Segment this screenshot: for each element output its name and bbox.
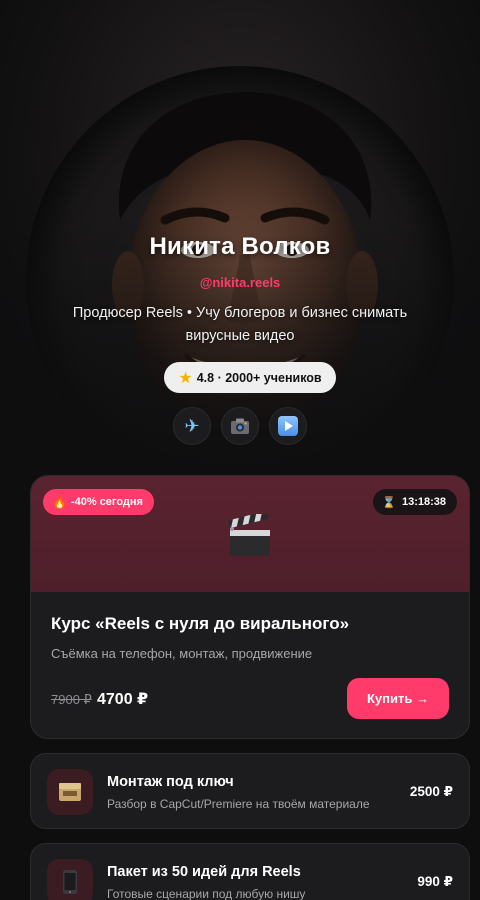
phone-icon <box>47 859 93 900</box>
camera-icon <box>231 418 249 434</box>
telegram-button[interactable]: ✈ <box>173 407 211 445</box>
old-price: 7900 ₽ <box>51 692 92 707</box>
youtube-button[interactable] <box>269 407 307 445</box>
profile-name: Никита Волков <box>149 233 331 260</box>
featured-banner: 🔥 -40% сегодня ⌛ 13:18:38 <box>31 476 469 592</box>
service-title: Монтаж под ключ <box>107 774 234 790</box>
service-title: Пакет из 50 идей для Reels <box>107 864 301 880</box>
service-description: Разбор в CapCut/Premiere на твоём матери… <box>107 797 370 811</box>
new-price: 4700 ₽ <box>97 691 149 708</box>
profile-handle[interactable]: @nikita.reels <box>0 275 480 290</box>
service-card[interactable]: Пакет из 50 идей для Reels Готовые сцена… <box>30 843 470 900</box>
featured-course-card[interactable]: 🔥 -40% сегодня ⌛ 13:18:38 Курс «Reels с … <box>30 475 470 739</box>
service-price: 990 ₽ <box>417 874 453 889</box>
service-description: Готовые сценарии под любую нишу <box>107 887 306 900</box>
rating-text: 4.8 · 2000+ учеников <box>196 370 322 385</box>
hourglass-icon: ⌛ <box>382 496 396 509</box>
instagram-button[interactable] <box>221 407 259 445</box>
timer-text: 13:18:38 <box>401 496 446 508</box>
clapperboard-icon <box>228 514 270 556</box>
service-price: 2500 ₽ <box>409 784 453 799</box>
course-title: Курс «Reels с нуля до вирального» <box>51 614 350 633</box>
film-box-icon <box>47 769 93 815</box>
play-icon <box>278 416 298 436</box>
profile-bio: Продюсер Reels • Учу блогеров и бизнес с… <box>72 305 408 344</box>
discount-text: -40% сегодня <box>70 496 143 508</box>
social-links: ✈ <box>0 407 480 445</box>
fire-icon: 🔥 <box>52 495 67 509</box>
star-icon: ★ <box>178 369 193 387</box>
countdown-timer: ⌛ 13:18:38 <box>373 489 457 515</box>
rating-badge: ★ 4.8 · 2000+ учеников <box>164 362 336 393</box>
buy-button[interactable]: Купить → <box>347 678 449 719</box>
discount-badge: 🔥 -40% сегодня <box>43 489 154 515</box>
service-card[interactable]: Монтаж под ключ Разбор в CapCut/Premiere… <box>30 753 470 829</box>
course-subtitle: Съёмка на телефон, монтаж, продвижение <box>51 646 313 661</box>
airplane-icon: ✈ <box>184 415 200 436</box>
